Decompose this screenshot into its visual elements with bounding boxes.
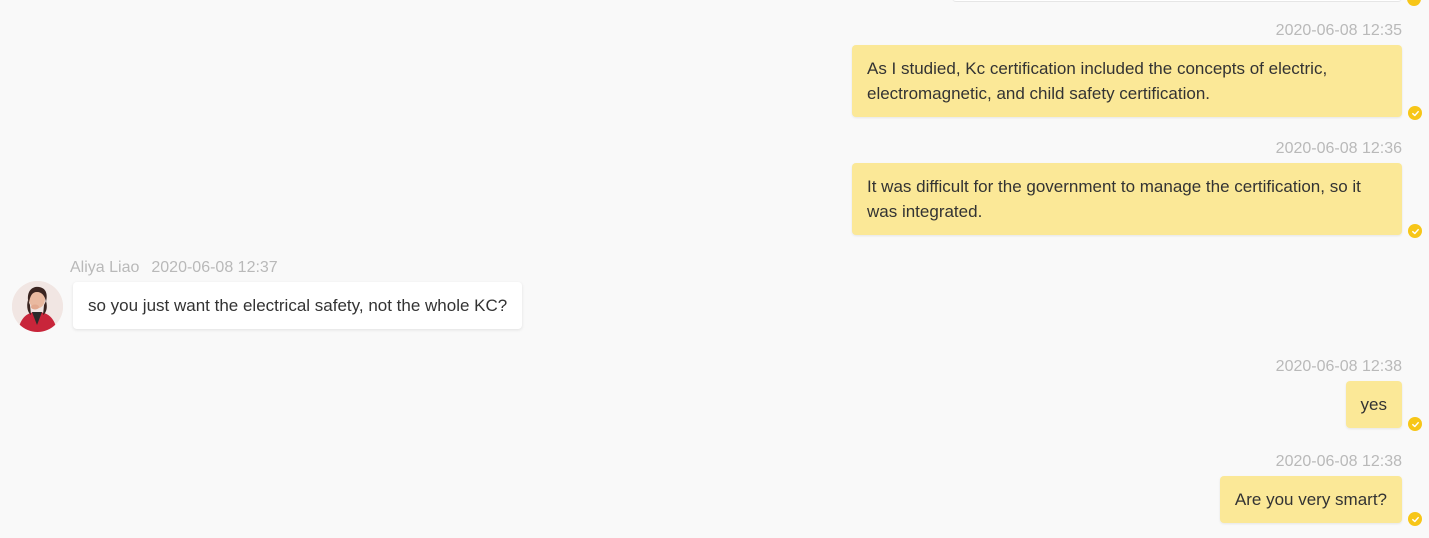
message-timestamp: 2020-06-08 12:37 — [151, 259, 278, 276]
outgoing-message: 2020-06-08 12:35 As I studied, Kc certif… — [852, 21, 1422, 120]
message-bubble[interactable]: It was difficult for the government to m… — [852, 163, 1402, 235]
message-timestamp: 2020-06-08 12:36 — [1275, 140, 1402, 157]
message-timestamp: 2020-06-08 12:38 — [1275, 453, 1402, 470]
outgoing-message: 2020-06-08 12:38 Are you very smart? — [1219, 452, 1422, 526]
outgoing-message: 2020-06-08 12:36 It was difficult for th… — [852, 139, 1422, 238]
message-timestamp: 2020-06-08 12:35 — [1275, 22, 1402, 39]
message-bubble[interactable]: yes — [1345, 381, 1402, 428]
sender-name: Aliya Liao — [70, 259, 140, 276]
message-bubble[interactable]: As I studied, Kc certification included … — [852, 45, 1402, 117]
message-header: Aliya Liao 2020-06-08 12:37 — [70, 258, 278, 278]
message-bubble[interactable]: so you just want the electrical safety, … — [73, 282, 523, 329]
check-circle-icon — [1407, 0, 1421, 6]
check-circle-icon — [1408, 224, 1422, 238]
outgoing-message: 2020-06-08 12:38 yes — [1275, 357, 1422, 431]
user-avatar[interactable] — [12, 281, 63, 332]
check-circle-icon — [1408, 512, 1422, 526]
chat-message-list[interactable]: 2020-06-08 12:35 As I studied, Kc certif… — [0, 0, 1429, 538]
previous-message-bubble — [952, 0, 1402, 2]
message-bubble[interactable]: Are you very smart? — [1219, 476, 1402, 523]
check-circle-icon — [1408, 417, 1422, 431]
check-circle-icon — [1408, 106, 1422, 120]
message-timestamp: 2020-06-08 12:38 — [1275, 358, 1402, 375]
